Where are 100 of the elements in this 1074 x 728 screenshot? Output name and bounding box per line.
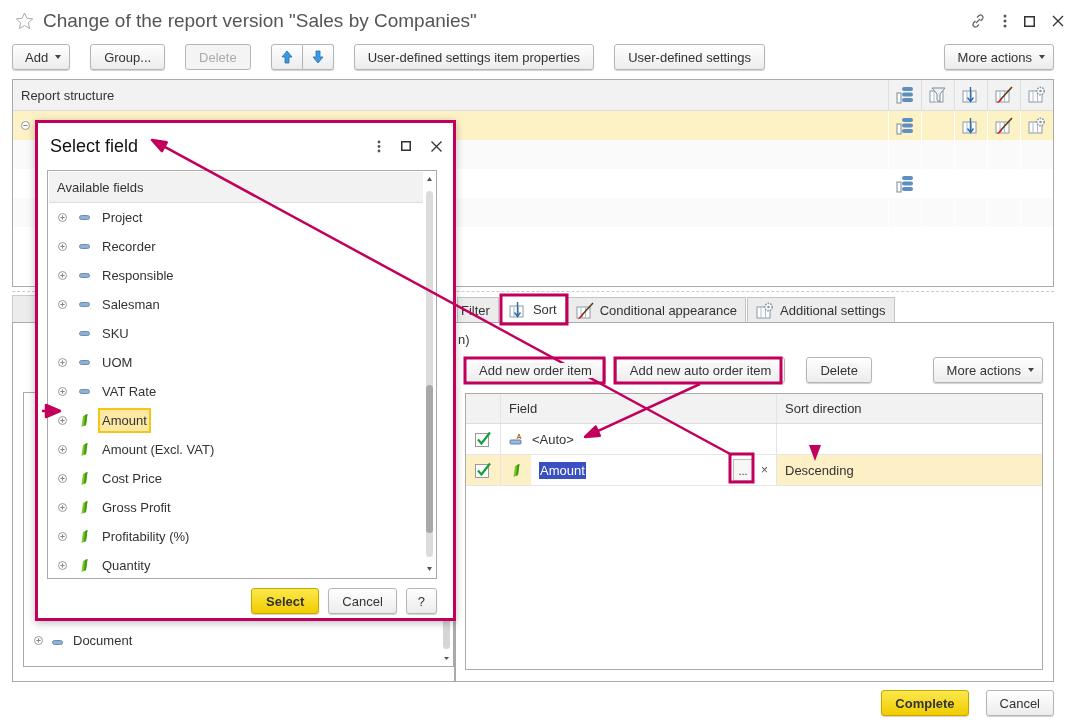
more-icon[interactable] (1003, 14, 1007, 28)
window-title: Change of the report version "Sales by Companies" (43, 10, 477, 32)
stacked-bars-icon[interactable] (896, 116, 914, 135)
expand-icon[interactable] (58, 300, 67, 309)
leaf-icon (512, 463, 520, 477)
funnel-icon[interactable] (929, 86, 947, 104)
checkbox[interactable] (475, 431, 491, 447)
list-item[interactable]: Quantity (98, 553, 155, 578)
leaf-icon (80, 501, 88, 514)
leaf-icon (80, 414, 88, 427)
dialog-title: Select field (50, 135, 140, 157)
stacked-bars-icon[interactable] (896, 174, 914, 193)
list-item[interactable]: UOM (98, 350, 137, 375)
list-item[interactable]: Project (98, 205, 147, 230)
caret-icon (55, 55, 62, 59)
maximize-icon[interactable] (1024, 15, 1035, 27)
brush-icon[interactable] (575, 301, 594, 320)
list-item[interactable]: Document (73, 632, 133, 648)
gear-icon[interactable] (1028, 86, 1046, 104)
list-item[interactable]: Recorder (98, 234, 160, 259)
expand-icon[interactable] (58, 416, 67, 425)
dialog-button[interactable]: ? (405, 588, 437, 614)
bar-icon (78, 244, 90, 249)
toolbar-button[interactable]: User-defined settings (614, 44, 765, 70)
caret-icon (1039, 55, 1045, 59)
annotation-arrow (40, 403, 62, 419)
bar-icon (78, 360, 90, 365)
gear-icon[interactable] (756, 301, 775, 320)
column-header: Report structure (21, 87, 115, 103)
toolbar-button[interactable]: Delete (806, 357, 872, 383)
toolbar-button[interactable]: User-defined settings item properties (353, 44, 595, 70)
expand-icon[interactable] (58, 503, 67, 512)
list-item[interactable]: Amount (Excl. VAT) (98, 437, 219, 462)
sort-arrow-icon[interactable] (962, 116, 980, 135)
clear-button[interactable]: × (761, 463, 768, 477)
bar-icon (78, 302, 90, 307)
choice-button[interactable]: ... (733, 459, 753, 481)
bar-icon (78, 389, 90, 394)
gear-icon[interactable] (1028, 116, 1046, 135)
list-header: Available fields (49, 172, 423, 203)
bar-icon (52, 639, 63, 645)
list-item[interactable]: Cost Price (98, 466, 166, 491)
list-item[interactable]: Profitability (%) (98, 524, 194, 549)
expand-icon[interactable] (58, 271, 67, 280)
tab[interactable]: Conditional appearance (566, 297, 747, 323)
expand-icon[interactable] (58, 532, 67, 541)
expand-icon[interactable] (58, 474, 67, 483)
arrow-down-icon (311, 50, 324, 64)
highlight-frame (499, 293, 569, 326)
toolbar-button[interactable]: Group... (90, 44, 166, 70)
bar-icon (78, 273, 90, 278)
stacked-bars-icon[interactable] (896, 86, 914, 104)
checkbox[interactable] (475, 462, 491, 478)
more-actions-button[interactable]: More actions (932, 357, 1043, 383)
tab[interactable]: Additional settings (747, 297, 895, 323)
list-item[interactable]: Gross Profit (98, 495, 175, 520)
leaf-icon (80, 559, 88, 572)
sort-arrow-icon[interactable] (962, 86, 980, 104)
expand-icon[interactable] (58, 561, 67, 570)
move-down-button[interactable] (302, 44, 334, 70)
leaf-icon (80, 472, 88, 485)
list-item[interactable]: Salesman (98, 292, 164, 317)
maximize-icon[interactable] (401, 141, 411, 151)
link-icon[interactable] (970, 13, 986, 29)
bar-icon (78, 331, 90, 336)
close-icon[interactable] (431, 140, 442, 152)
expand-icon[interactable] (58, 445, 67, 454)
expand-icon[interactable] (58, 387, 67, 396)
leaf-icon (80, 443, 88, 456)
column-header: Sort direction (785, 401, 862, 416)
expand-icon[interactable] (34, 635, 43, 645)
list-item[interactable]: SKU (98, 321, 133, 346)
sort-arrow-icon[interactable] (508, 300, 527, 319)
list-item[interactable]: VAT Rate (98, 379, 161, 404)
brush-icon[interactable] (995, 116, 1013, 135)
table-cell[interactable]: Descending (785, 462, 854, 478)
expand-icon[interactable] (58, 213, 67, 222)
table-cell: <Auto> (532, 431, 574, 447)
highlight-frame (728, 452, 755, 484)
list-item[interactable]: Responsible (98, 263, 178, 288)
auto-field-icon (508, 432, 524, 446)
more-icon[interactable] (377, 139, 381, 153)
dialog-button[interactable]: Cancel (328, 588, 397, 614)
leaf-icon (80, 530, 88, 543)
note-text: n) (458, 332, 470, 347)
collapse-icon[interactable] (21, 121, 30, 130)
star-icon[interactable] (15, 12, 34, 30)
dialog-button[interactable]: Select (251, 588, 320, 614)
move-up-button[interactable] (270, 44, 303, 70)
close-icon[interactable] (1052, 15, 1064, 27)
complete-button[interactable]: Complete (881, 690, 969, 716)
brush-icon[interactable] (995, 86, 1013, 104)
more-actions-button[interactable]: More actions (943, 44, 1054, 70)
expand-icon[interactable] (58, 358, 67, 367)
bar-icon (78, 215, 90, 220)
cancel-button[interactable]: Cancel (985, 690, 1054, 716)
expand-icon[interactable] (58, 242, 67, 251)
column-header: Field (509, 401, 538, 416)
add-button[interactable]: Add (12, 44, 71, 70)
list-item[interactable]: Amount (98, 408, 151, 433)
